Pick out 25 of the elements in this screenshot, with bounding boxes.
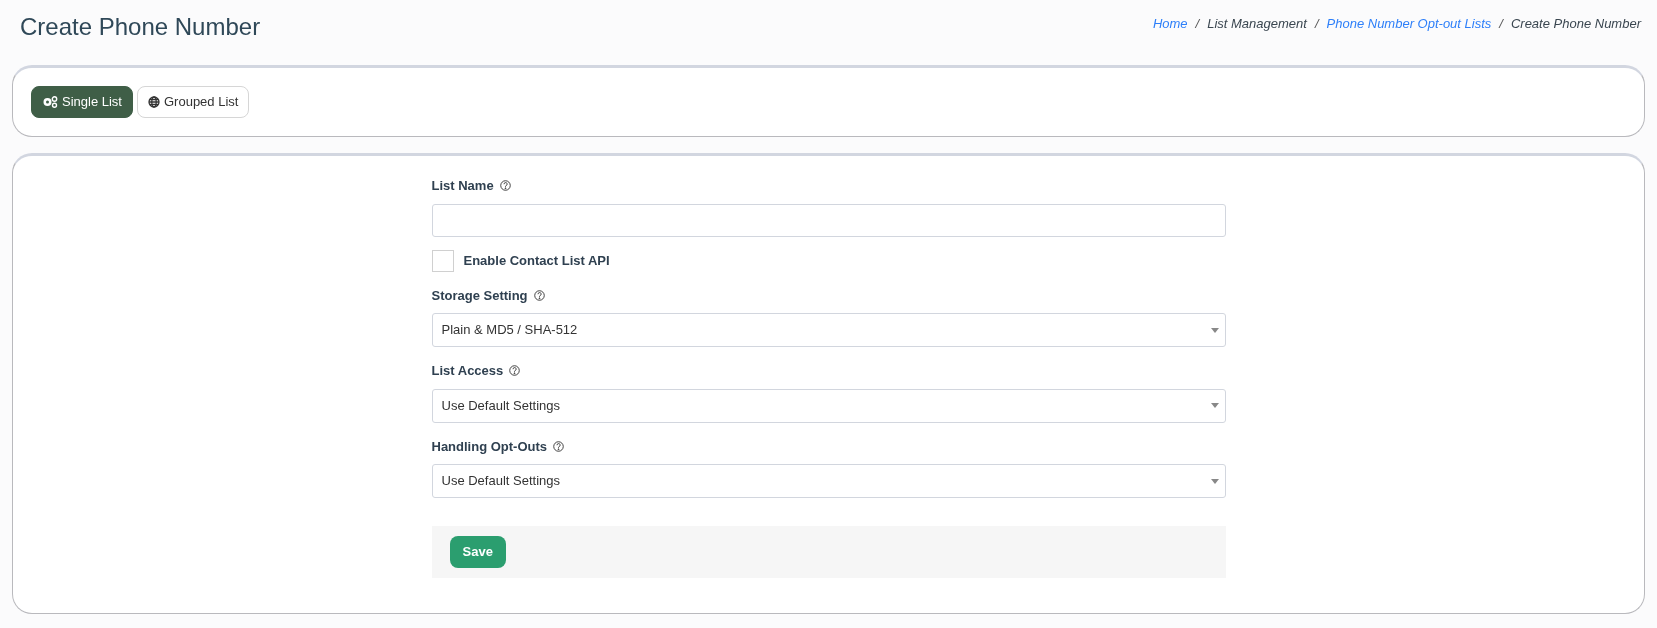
breadcrumb-link[interactable]: Home (1152, 14, 1188, 34)
checkbox[interactable] (431, 249, 454, 272)
breadcrumb-item: Create Phone Number (1510, 15, 1641, 34)
breadcrumb-separator: / (1195, 15, 1200, 34)
tab[interactable]: Single List (31, 86, 133, 118)
globe-icon (148, 96, 160, 108)
breadcrumb-separator: / (1499, 15, 1503, 34)
field-label: Storage Setting (431, 286, 528, 305)
checkbox-label: Enable Contact List API (463, 251, 610, 270)
breadcrumb-link[interactable]: Phone Number Opt-out Lists (1326, 14, 1492, 34)
field-label: Handling Opt-Outs (431, 437, 548, 456)
tab[interactable]: Grouped List (137, 86, 250, 118)
select-field[interactable]: Use Default Settings (431, 464, 1226, 498)
caret-icon (1210, 403, 1219, 408)
caret-icon (1210, 327, 1219, 333)
field-label: List Access (431, 362, 504, 380)
select-field[interactable]: Plain & MD5 / SHA-512 (431, 313, 1226, 347)
text-field[interactable] (431, 203, 1226, 237)
gears-icon (42, 96, 58, 108)
breadcrumb-separator: / (1314, 15, 1319, 34)
breadcrumb-item: List Management (1207, 15, 1307, 34)
page-title: Create Phone Number (20, 12, 261, 42)
caret-icon (1210, 478, 1219, 484)
select-field[interactable]: Use Default Settings (431, 388, 1226, 423)
field-label: List Name (431, 177, 494, 195)
